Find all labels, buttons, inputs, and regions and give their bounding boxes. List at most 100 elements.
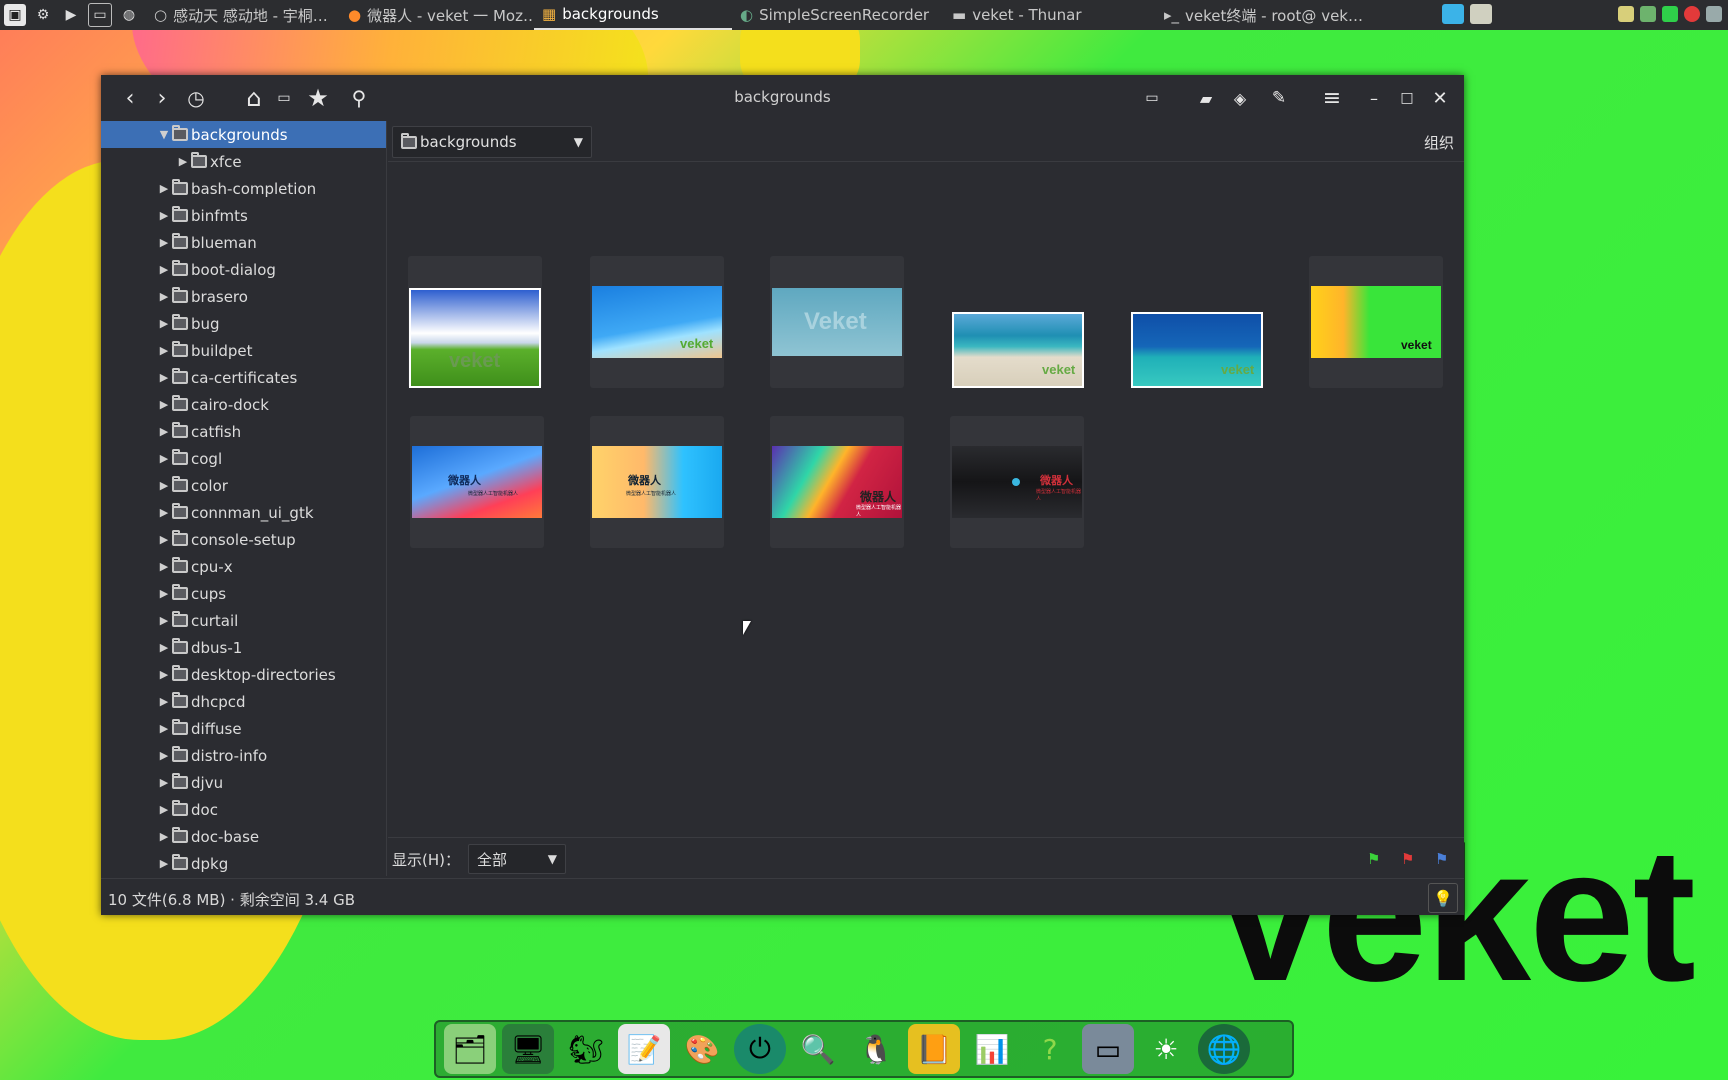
tree-item[interactable]: ▶ buildpet <box>101 337 386 364</box>
collapsed-arrow-icon[interactable]: ▶ <box>158 661 170 688</box>
globe-icon[interactable]: ◍ <box>118 4 140 26</box>
tree-item[interactable]: ▶ doc <box>101 796 386 823</box>
collapsed-arrow-icon[interactable]: ▶ <box>158 526 170 553</box>
tree-item[interactable]: ▶ doc-base <box>101 823 386 850</box>
volume-icon[interactable] <box>1706 6 1722 22</box>
collapsed-arrow-icon[interactable]: ▶ <box>158 769 170 796</box>
collapsed-arrow-icon[interactable]: ▶ <box>158 310 170 337</box>
chart-dock-icon[interactable]: 📊 <box>966 1024 1018 1074</box>
tree-item[interactable]: ▶ boot-dialog <box>101 256 386 283</box>
thumbnail-item[interactable]: 微器人 微型器人工智能机器人 <box>770 416 904 548</box>
tree-item[interactable]: ▶ console-setup <box>101 526 386 553</box>
collapsed-arrow-icon[interactable]: ▶ <box>158 229 170 256</box>
thumbnail-item[interactable]: Veket <box>770 256 904 388</box>
tree-item-backgrounds[interactable]: ▼ backgrounds <box>101 121 386 148</box>
collapsed-arrow-icon[interactable]: ▶ <box>158 607 170 634</box>
path-dropdown[interactable]: backgrounds ▼ <box>392 126 592 158</box>
tree-item[interactable]: ▶ bash-completion <box>101 175 386 202</box>
blue-flag-icon[interactable]: ⚑ <box>1435 850 1449 868</box>
power-dock-icon[interactable]: ⏻ <box>734 1024 786 1074</box>
collapsed-arrow-icon[interactable]: ▶ <box>177 148 189 175</box>
tree-item[interactable]: ▶ ca-certificates <box>101 364 386 391</box>
tree-item[interactable]: ▶ curtail <box>101 607 386 634</box>
collapsed-arrow-icon[interactable]: ▶ <box>158 553 170 580</box>
book-dock-icon[interactable]: 📙 <box>908 1024 960 1074</box>
collapsed-arrow-icon[interactable]: ▶ <box>158 742 170 769</box>
notes-dock-icon[interactable]: 📝 <box>618 1024 670 1074</box>
thumbnail-item[interactable]: 微器人 微型器人工智能机器人 <box>410 416 544 548</box>
tree-item[interactable]: ▶ dhcpcd <box>101 688 386 715</box>
task-music[interactable]: ○ 感动天 感动地 - 宇桐… <box>146 0 340 30</box>
maximize-button[interactable]: □ <box>1392 83 1422 113</box>
menu-icon[interactable]: ▣ <box>4 4 26 26</box>
thumbnail-item[interactable]: veket <box>1129 256 1263 388</box>
search-people-dock-icon[interactable]: 🔍 <box>792 1024 844 1074</box>
globe-dock-icon[interactable]: 🌐 <box>1198 1024 1250 1074</box>
wrench-icon[interactable]: ✎ <box>1264 83 1294 113</box>
thumbnail-item[interactable]: veket <box>590 256 724 388</box>
tree-item[interactable]: ▶ catfish <box>101 418 386 445</box>
collapsed-arrow-icon[interactable]: ▶ <box>158 634 170 661</box>
terminal-icon[interactable]: ▭ <box>88 3 112 27</box>
tag-icon[interactable]: ◈ <box>1225 83 1255 113</box>
thumbnail-item[interactable]: veket <box>950 256 1084 388</box>
tree-item[interactable]: ▶ color <box>101 472 386 499</box>
tree-item[interactable]: ▶ djvu <box>101 769 386 796</box>
green-flag-icon[interactable]: ⚑ <box>1367 850 1381 868</box>
workspace-2-icon[interactable] <box>1470 4 1492 24</box>
collapsed-arrow-icon[interactable]: ▶ <box>158 337 170 364</box>
collapsed-arrow-icon[interactable]: ▶ <box>158 715 170 742</box>
collapsed-arrow-icon[interactable]: ▶ <box>158 796 170 823</box>
tree-item[interactable]: ▶ binfmts <box>101 202 386 229</box>
thumbnail-item[interactable]: 微器人 微型器人工智能机器人 <box>590 416 724 548</box>
collapsed-arrow-icon[interactable]: ▶ <box>158 364 170 391</box>
collapsed-arrow-icon[interactable]: ▶ <box>158 175 170 202</box>
settings-icon[interactable]: ⚙ <box>32 4 54 26</box>
file-manager-dock-icon[interactable]: 🗂 <box>444 1024 496 1074</box>
tree-item[interactable]: ▶ blueman <box>101 229 386 256</box>
organize-button[interactable]: 组织 <box>1424 132 1454 153</box>
tree-item[interactable]: ▶ cairo-dock <box>101 391 386 418</box>
collapsed-arrow-icon[interactable]: ▶ <box>158 688 170 715</box>
tree-item[interactable]: ▶ diffuse <box>101 715 386 742</box>
collapsed-arrow-icon[interactable]: ▶ <box>158 580 170 607</box>
tree-item[interactable]: ▶ desktop-directories <box>101 661 386 688</box>
collapsed-arrow-icon[interactable]: ▶ <box>158 202 170 229</box>
menu-hamburger-icon[interactable]: ≡ <box>1317 83 1347 113</box>
minimize-button[interactable]: – <box>1359 83 1389 113</box>
tree-item-xfce[interactable]: ▶ xfce <box>101 148 386 175</box>
clipboard-icon[interactable] <box>1618 6 1634 22</box>
workspace-1-icon[interactable] <box>1442 4 1464 24</box>
tree-item[interactable]: ▶ connman_ui_gtk <box>101 499 386 526</box>
expanded-arrow-icon[interactable]: ▼ <box>158 121 170 148</box>
desktop-dock-icon[interactable]: 🖥 <box>502 1024 554 1074</box>
brightness-dock-icon[interactable]: ☀ <box>1140 1024 1192 1074</box>
record-icon[interactable] <box>1684 6 1700 22</box>
collapsed-arrow-icon[interactable]: ▶ <box>158 850 170 876</box>
network-icon[interactable] <box>1640 6 1656 22</box>
lightbulb-icon[interactable]: 💡 <box>1428 883 1458 913</box>
red-flag-icon[interactable]: ⚑ <box>1401 850 1415 868</box>
paint-dock-icon[interactable]: 🎨 <box>676 1024 728 1074</box>
collapsed-arrow-icon[interactable]: ▶ <box>158 823 170 850</box>
thumbnail-item[interactable]: veket <box>408 256 542 388</box>
tree-item[interactable]: ▶ cogl <box>101 445 386 472</box>
penguin-dock-icon[interactable]: 🐧 <box>850 1024 902 1074</box>
tree-item[interactable]: ▶ dpkg <box>101 850 386 876</box>
tree-item[interactable]: ▶ brasero <box>101 283 386 310</box>
tree-item[interactable]: ▶ distro-info <box>101 742 386 769</box>
task-thunar[interactable]: ▬ veket - Thunar <box>944 0 1156 30</box>
task-firefox[interactable]: ● 微器人 - veket 一 Moz… <box>340 0 534 30</box>
thumbnail-item[interactable]: 微器人 微型器人工智能机器人 <box>950 416 1084 548</box>
collapsed-arrow-icon[interactable]: ▶ <box>158 472 170 499</box>
task-terminal[interactable]: ▸_ veket终端 - root@ vek… <box>1156 0 1368 30</box>
tree-item[interactable]: ▶ cups <box>101 580 386 607</box>
task-backgrounds[interactable]: ▦ backgrounds <box>534 0 732 30</box>
filter-dropdown[interactable]: 全部 ▼ <box>468 844 566 874</box>
comment-icon[interactable]: ▰ <box>1191 83 1221 113</box>
task-recorder[interactable]: ◐ SimpleScreenRecorder <box>732 0 944 30</box>
battery-icon[interactable] <box>1662 6 1678 22</box>
help-dock-icon[interactable]: ? <box>1024 1024 1076 1074</box>
collapsed-arrow-icon[interactable]: ▶ <box>158 283 170 310</box>
collapsed-arrow-icon[interactable]: ▶ <box>158 418 170 445</box>
